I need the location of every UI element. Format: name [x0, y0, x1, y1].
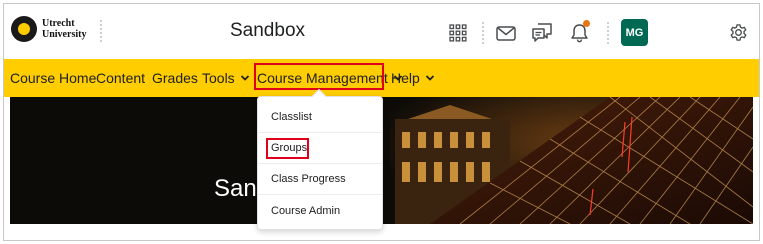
nav-help[interactable]: Help — [391, 70, 435, 86]
chat-icon[interactable] — [532, 23, 553, 43]
user-avatar[interactable]: MG — [621, 19, 648, 46]
course-management-highlight — [254, 63, 384, 90]
app-frame: Utrecht University Sandbox MG Course Hom… — [3, 3, 760, 241]
icon-separator — [607, 22, 609, 44]
logo-line-1: Utrecht — [42, 18, 75, 29]
mail-icon[interactable] — [496, 26, 516, 41]
chevron-down-icon — [240, 75, 249, 81]
chevron-down-icon — [425, 75, 434, 81]
course-title[interactable]: Sandbox — [230, 20, 305, 42]
gear-icon[interactable] — [728, 22, 749, 43]
nav-tools[interactable]: Tools — [202, 70, 250, 86]
top-header: Utrecht University Sandbox MG — [4, 4, 759, 59]
menu-item-course-admin[interactable]: Course Admin — [258, 195, 382, 226]
menu-item-classlist[interactable]: Classlist — [258, 102, 382, 133]
nav-course-home[interactable]: Course Home — [10, 70, 96, 86]
header-separator — [100, 20, 102, 42]
course-management-dropdown: Classlist Groups Class Progress Course A… — [257, 88, 383, 230]
apps-grid-icon[interactable] — [449, 24, 467, 42]
nav-grades[interactable]: Grades — [152, 70, 198, 86]
university-logo[interactable]: Utrecht University — [11, 16, 86, 42]
university-seal-icon — [11, 16, 37, 42]
logo-line-2: University — [42, 29, 87, 40]
banner-course-title: San — [214, 175, 257, 202]
notification-badge — [583, 20, 590, 27]
nav-content[interactable]: Content — [96, 70, 145, 86]
groups-highlight — [266, 138, 309, 159]
course-navbar: Course Home Content Grades Tools Course … — [4, 59, 759, 97]
menu-item-groups[interactable]: Groups — [258, 133, 382, 164]
menu-item-class-progress[interactable]: Class Progress — [258, 164, 382, 195]
icon-separator — [482, 22, 484, 44]
